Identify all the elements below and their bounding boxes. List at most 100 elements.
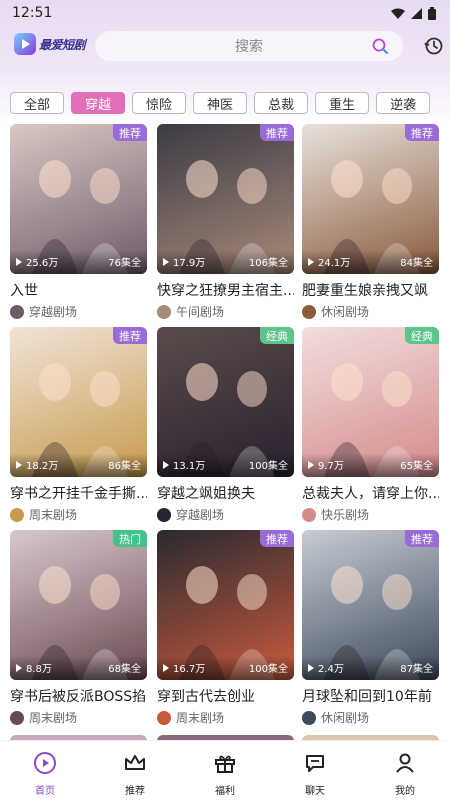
play-icon	[16, 663, 22, 672]
poster-badge: 热门	[113, 530, 147, 547]
drama-title[interactable]: 穿书后被反派BOSS掐...	[10, 686, 147, 706]
drama-title[interactable]: 快穿之狂撩男主宿主...	[157, 280, 294, 300]
search-icon[interactable]	[372, 38, 389, 55]
poster-badge: 推荐	[405, 124, 439, 141]
nav-item-2[interactable]: 福利	[195, 751, 255, 797]
status-bar: 12:51	[0, 0, 450, 26]
poster-footer: 25.6万 76集全	[10, 250, 147, 274]
gift-icon	[213, 751, 237, 778]
app-logo: 最爱短剧	[14, 33, 86, 55]
tab-1[interactable]: 穿越	[71, 92, 126, 114]
drama-card[interactable]: 推荐 16.7万 100集全 穿到古代去创业 周末剧场	[157, 530, 294, 726]
drama-poster[interactable]: 推荐 16.7万 100集全	[157, 530, 294, 680]
source-name: 穿越剧场	[29, 305, 78, 319]
play-count-value: 25.6万	[26, 258, 59, 269]
drama-poster[interactable]: 推荐 17.9万 106集全	[157, 124, 294, 274]
drama-poster[interactable]: 推荐 25.6万 76集全	[10, 124, 147, 274]
tab-3[interactable]: 神医	[193, 92, 248, 114]
drama-card[interactable]: 热门 8.8万 68集全穿书后被反派BOSS掐... 周末剧场	[10, 530, 147, 726]
source-avatar-icon	[10, 710, 24, 725]
tab-4[interactable]: 总裁	[254, 92, 309, 114]
drama-title[interactable]: 穿书之开挂千金手撕...	[10, 483, 147, 503]
play-count: 2.4万	[308, 660, 344, 675]
drama-poster[interactable]: 热门 8.8万 68集全	[10, 530, 147, 680]
tab-0[interactable]: 全部	[10, 92, 65, 114]
crown-icon	[123, 751, 147, 778]
drama-title[interactable]: 肥妻重生娘亲拽又飒	[302, 280, 439, 300]
drama-card[interactable]: 推荐 25.6万 76集全 入世 穿越剧场	[10, 124, 147, 320]
source-name: 周末剧场	[29, 711, 78, 725]
history-icon[interactable]	[424, 36, 444, 56]
poster-badge: 经典	[405, 327, 439, 344]
episode-count: 86集全	[108, 461, 141, 472]
episode-count: 76集全	[108, 258, 141, 269]
source-avatar-icon	[157, 304, 171, 319]
drama-poster[interactable]: 经典 9.7万 65集全	[302, 327, 439, 477]
nav-label: 聊天	[305, 786, 325, 797]
header: 最爱短剧 搜索	[0, 30, 450, 64]
signal-icon	[411, 7, 422, 19]
drama-title[interactable]: 月球坠和回到10年前	[302, 686, 439, 706]
source-name: 午间剧场	[176, 305, 225, 319]
drama-title[interactable]: 入世	[10, 280, 147, 300]
nav-label: 我的	[395, 786, 415, 797]
source-avatar-icon	[10, 507, 24, 522]
play-count: 16.7万	[163, 660, 205, 675]
play-count-value: 16.7万	[173, 664, 206, 675]
play-count: 18.2万	[16, 457, 58, 472]
episode-count: 84集全	[400, 258, 433, 269]
play-count-value: 17.9万	[173, 258, 206, 269]
poster-footer: 18.2万 86集全	[10, 453, 147, 477]
play-count-value: 24.1万	[318, 258, 351, 269]
play-count-value: 9.7万	[318, 461, 344, 472]
wifi-icon	[391, 8, 405, 19]
drama-poster[interactable]: 推荐 24.1万 84集全	[302, 124, 439, 274]
source-name: 周末剧场	[29, 508, 78, 522]
nav-label: 推荐	[125, 786, 145, 797]
episode-count: 106集全	[248, 258, 288, 269]
nav-item-3[interactable]: 聊天	[285, 751, 345, 797]
drama-card[interactable]: 推荐 2.4万 87集全 月球坠和回到10年前 休闲剧场	[302, 530, 439, 726]
search-input[interactable]: 搜索	[95, 31, 403, 61]
nav-label: 首页	[35, 786, 55, 797]
nav-label: 福利	[215, 786, 235, 797]
tab-5[interactable]: 重生	[315, 92, 370, 114]
source-avatar-icon	[157, 710, 171, 725]
drama-title[interactable]: 总裁夫人，请穿上你...	[302, 483, 439, 503]
nav-item-4[interactable]: 我的	[375, 751, 435, 797]
poster-footer: 9.7万 65集全	[302, 453, 439, 477]
drama-source: 午间剧场	[157, 303, 294, 320]
battery-icon	[428, 6, 436, 20]
episode-count: 100集全	[248, 664, 288, 675]
episode-count: 87集全	[400, 664, 433, 675]
drama-poster[interactable]: 推荐 18.2万 86集全	[10, 327, 147, 477]
nav-item-1[interactable]: 推荐	[105, 751, 165, 797]
play-icon	[16, 257, 22, 266]
drama-card[interactable]: 推荐 17.9万 106集全 快穿之狂撩男主宿主... 午间剧场	[157, 124, 294, 320]
drama-title[interactable]: 穿到古代去创业	[157, 686, 294, 706]
profile-icon	[393, 751, 417, 778]
drama-card[interactable]: 推荐 24.1万 84集全 肥妻重生娘亲拽又飒 休闲剧场	[302, 124, 439, 320]
play-count-value: 18.2万	[26, 461, 59, 472]
drama-card[interactable]: 经典 9.7万 65集全总裁夫人，请穿上你... 快乐剧场	[302, 327, 439, 523]
chat-icon	[303, 751, 327, 778]
home-play-icon	[33, 751, 57, 778]
drama-source: 穿越剧场	[157, 506, 294, 523]
play-icon	[16, 460, 22, 469]
source-name: 快乐剧场	[321, 508, 370, 522]
nav-item-0[interactable]: 首页	[15, 751, 75, 797]
source-name: 穿越剧场	[176, 508, 225, 522]
tab-2[interactable]: 惊险	[132, 92, 187, 114]
poster-footer: 8.8万 68集全	[10, 656, 147, 680]
drama-poster[interactable]: 推荐 2.4万 87集全	[302, 530, 439, 680]
search-placeholder: 搜索	[235, 39, 263, 55]
drama-title[interactable]: 穿越之飒姐换夫	[157, 483, 294, 503]
drama-card[interactable]: 经典 13.1万 100集全穿越之飒姐换夫穿越剧场	[157, 327, 294, 523]
drama-card[interactable]: 推荐 18.2万 86集全 穿书之开挂千金手撕... 周末剧场	[10, 327, 147, 523]
play-icon	[308, 257, 314, 266]
play-count-value: 2.4万	[318, 664, 344, 675]
episode-count: 100集全	[248, 461, 288, 472]
logo-text: 最爱短剧	[39, 37, 86, 52]
tab-6[interactable]: 逆袭	[376, 92, 431, 114]
drama-poster[interactable]: 经典 13.1万 100集全	[157, 327, 294, 477]
